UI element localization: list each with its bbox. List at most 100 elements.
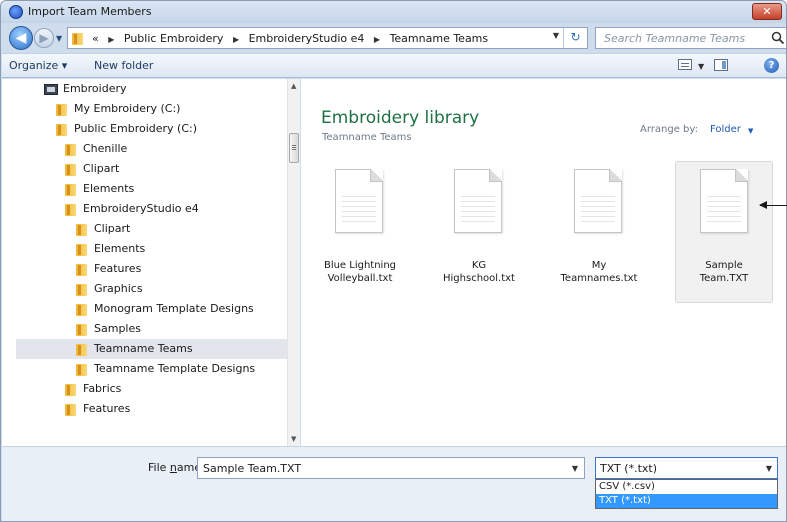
app-icon: [9, 5, 23, 19]
tree-item-label: Teamname Template Designs: [94, 362, 256, 375]
view-dropdown-icon[interactable]: ▼: [698, 62, 704, 71]
file-name-field[interactable]: Sample Team.TXT ▼: [197, 457, 585, 479]
change-view-icon[interactable]: [678, 59, 692, 70]
tree-item-clipart[interactable]: Clipart: [2, 159, 287, 179]
file-name: Sample Team.TXT: [699, 260, 749, 284]
tree-item-label: Chenille: [83, 142, 128, 155]
tree-item-embroidery[interactable]: Embroidery: [2, 79, 287, 99]
text-document-icon: [574, 169, 622, 233]
tree-item-graphics[interactable]: Graphics: [2, 279, 287, 299]
file-item-selected[interactable]: Sample Team.TXT: [675, 161, 773, 303]
import-dialog: Import Team Members ✕ ◀ ▶ ▼ « ▶ Public E…: [0, 0, 787, 522]
chevron-down-icon[interactable]: ▼: [748, 127, 753, 135]
window-title: Import Team Members: [28, 5, 152, 18]
chevron-right-icon: ▶: [373, 35, 381, 44]
breadcrumb: « ▶ Public Embroidery ▶ EmbroideryStudio…: [92, 32, 488, 45]
chevron-down-icon[interactable]: ▼: [766, 464, 772, 473]
search-placeholder: Search Teamname Teams: [604, 32, 746, 45]
chevron-down-icon[interactable]: ▼: [572, 464, 578, 473]
text-document-icon: [700, 169, 748, 233]
tree-item-elements[interactable]: Elements: [2, 179, 287, 199]
file-type-options: CSV (*.csv) TXT (*.txt): [595, 479, 778, 509]
breadcrumb-overflow[interactable]: «: [92, 32, 99, 45]
new-folder-button[interactable]: New folder: [94, 59, 153, 72]
folder-icon: [56, 104, 67, 116]
folder-icon: [76, 264, 87, 276]
tree-item-label: Embroidery: [63, 82, 127, 95]
breadcrumb-embroiderystudio[interactable]: EmbroideryStudio e4: [249, 32, 365, 45]
tree-item-label: EmbroideryStudio e4: [83, 202, 199, 215]
breadcrumb-public-embroidery[interactable]: Public Embroidery: [124, 32, 224, 45]
tree-item-monogram-template-designs[interactable]: Monogram Template Designs: [2, 299, 287, 319]
refresh-icon[interactable]: ↻: [563, 28, 587, 48]
scrollbar-thumb[interactable]: [289, 133, 299, 163]
tree-item-label: Public Embroidery (C:): [74, 122, 198, 135]
tree-item-elements[interactable]: Elements: [2, 239, 287, 259]
tree-item-label: Elements: [83, 182, 135, 195]
dialog-footer: File name: Sample Team.TXT ▼ TXT (*.txt)…: [2, 446, 786, 521]
recent-pages-dropdown-icon[interactable]: ▼: [56, 34, 62, 43]
tree-item-label: Clipart: [94, 222, 131, 235]
tree-item-label: Samples: [94, 322, 141, 335]
tree-item-label: Features: [83, 402, 131, 415]
text-document-icon: [454, 169, 502, 233]
folder-icon: [76, 324, 87, 336]
breadcrumb-teamname-teams[interactable]: Teamname Teams: [390, 32, 489, 45]
scroll-up-icon[interactable]: ▲: [291, 82, 296, 90]
help-icon[interactable]: ?: [764, 58, 779, 73]
tree-item-label: Features: [94, 262, 142, 275]
scroll-down-icon[interactable]: ▼: [291, 435, 296, 443]
library-subtitle: Teamname Teams: [322, 132, 412, 143]
search-input[interactable]: Search Teamname Teams: [595, 27, 786, 49]
file-item[interactable]: Blue Lightning Volleyball.txt: [312, 163, 408, 303]
organize-button[interactable]: Organize ▾: [9, 59, 67, 72]
search-icon[interactable]: [771, 31, 785, 45]
chevron-right-icon: ▶: [232, 35, 240, 44]
file-type-option-txt[interactable]: TXT (*.txt): [596, 494, 777, 508]
file-item[interactable]: My Teamnames.txt: [551, 163, 647, 303]
forward-button[interactable]: ▶: [34, 28, 54, 48]
folder-icon: [72, 33, 83, 45]
tree-item-label: Elements: [94, 242, 146, 255]
tree-item-label: My Embroidery (C:): [74, 102, 181, 115]
file-name: Blue Lightning Volleyball.txt: [323, 260, 397, 284]
folder-icon: [56, 124, 67, 136]
tree-item-label: Monogram Template Designs: [94, 302, 254, 315]
file-item[interactable]: KG Highschool.txt: [431, 163, 527, 303]
preview-pane-icon[interactable]: [714, 59, 728, 71]
close-button[interactable]: ✕: [752, 3, 782, 20]
tree-item-label: Fabrics: [83, 382, 122, 395]
back-button[interactable]: ◀: [9, 26, 33, 50]
folder-icon: [65, 144, 76, 156]
tree-item-features[interactable]: Features: [2, 399, 287, 419]
tree-item-chenille[interactable]: Chenille: [2, 139, 287, 159]
tree-item-my-embroidery[interactable]: My Embroidery (C:): [2, 99, 287, 119]
folder-icon: [76, 244, 87, 256]
tree-item-samples[interactable]: Samples: [2, 319, 287, 339]
address-bar[interactable]: « ▶ Public Embroidery ▶ EmbroideryStudio…: [67, 27, 588, 49]
arrange-by-dropdown[interactable]: Folder: [710, 124, 741, 135]
tree-item-features[interactable]: Features: [2, 259, 287, 279]
file-name-value: Sample Team.TXT: [203, 462, 302, 475]
folder-icon: [65, 184, 76, 196]
tree-scrollbar[interactable]: ▲ ▼: [287, 79, 300, 446]
tree-item-public-embroidery[interactable]: Public Embroidery (C:): [2, 119, 287, 139]
tree-item-teamname-teams[interactable]: Teamname Teams: [16, 339, 287, 359]
folder-icon: [65, 164, 76, 176]
folder-tree: Embroidery My Embroidery (C:) Public Emb…: [2, 79, 287, 446]
address-row: ◀ ▶ ▼ « ▶ Public Embroidery ▶ Embroidery…: [1, 23, 786, 53]
folder-icon: [76, 364, 87, 376]
tree-item-fabrics[interactable]: Fabrics: [2, 379, 287, 399]
file-name: KG Highschool.txt: [443, 260, 515, 284]
file-type-select[interactable]: TXT (*.txt) ▼: [595, 457, 778, 479]
address-dropdown-icon[interactable]: ▼: [553, 31, 559, 40]
tree-item-label: Clipart: [83, 162, 120, 175]
navigation-pane: Embroidery My Embroidery (C:) Public Emb…: [2, 79, 300, 446]
tree-item-label: Graphics: [94, 282, 143, 295]
folder-icon: [76, 304, 87, 316]
title-bar: Import Team Members ✕: [1, 1, 786, 23]
file-type-option-csv[interactable]: CSV (*.csv): [596, 480, 777, 494]
tree-item-teamname-template-designs[interactable]: Teamname Template Designs: [2, 359, 287, 379]
tree-item-embroiderystudio[interactable]: EmbroideryStudio e4: [2, 199, 287, 219]
tree-item-clipart[interactable]: Clipart: [2, 219, 287, 239]
